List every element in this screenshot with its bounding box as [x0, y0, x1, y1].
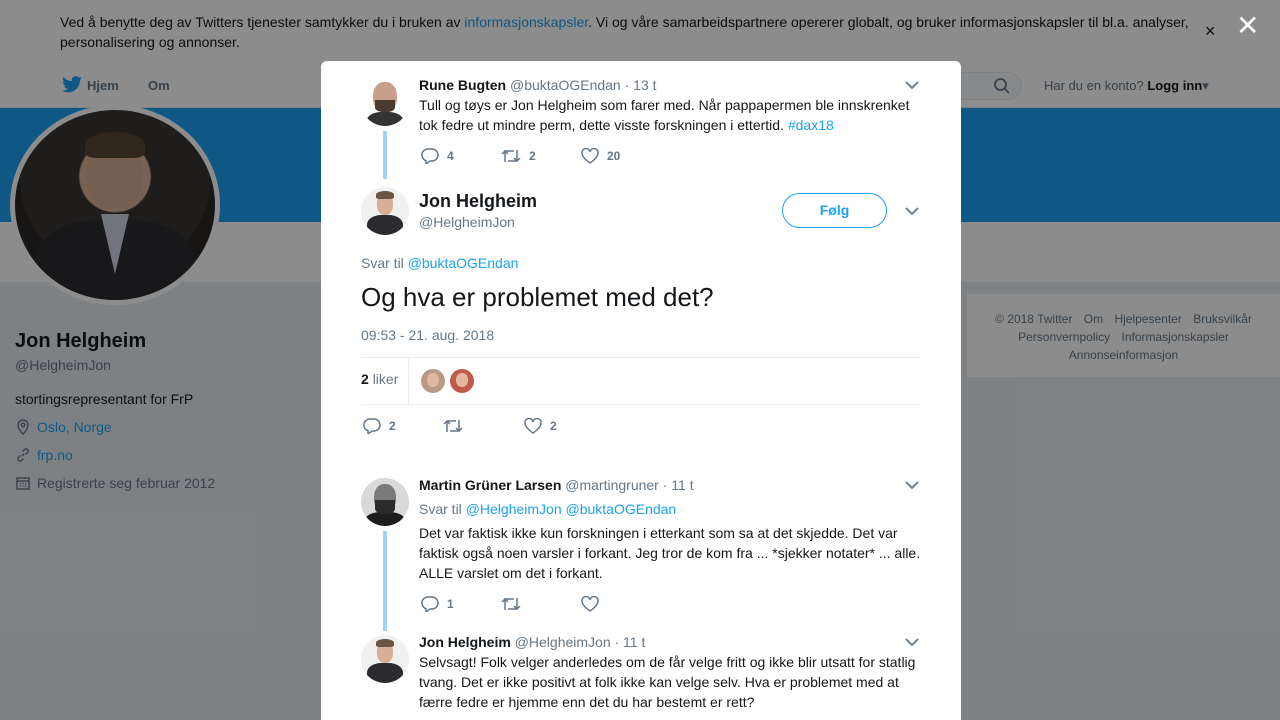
reply-count: 4 [447, 149, 454, 163]
author-handle[interactable]: @buktaOGEndan [510, 77, 621, 93]
like-count: 20 [607, 149, 621, 163]
tweet-actions: 1 [421, 596, 721, 614]
avatar[interactable] [361, 635, 409, 683]
hashtag-link[interactable]: #dax18 [788, 117, 834, 133]
tweet-time[interactable]: · 11 t [663, 477, 694, 493]
heart-icon [581, 596, 599, 612]
author-name[interactable]: Rune Bugten [419, 77, 506, 93]
thread-line [383, 531, 387, 631]
tweet-timestamp[interactable]: 09:53 - 21. aug. 2018 [361, 327, 494, 343]
author-name[interactable]: Jon Helgheim [419, 634, 511, 650]
tweet-actions: 2 2 [363, 418, 663, 436]
retweet-button[interactable] [501, 596, 529, 612]
main-author-handle[interactable]: @HelgheimJon [419, 214, 515, 230]
tweet-header: Rune Bugten @buktaOGEndan · 13 t [419, 77, 657, 93]
tweet-time[interactable]: · 13 t [625, 77, 657, 93]
close-modal-button[interactable]: ✕ [1236, 12, 1259, 40]
reply-icon [363, 418, 381, 434]
tweet-modal: Rune Bugten @buktaOGEndan · 13 t Tull og… [321, 61, 961, 720]
reply-to-label: Svar til [361, 255, 404, 271]
thread-line [383, 131, 387, 179]
main-tweet-text: Og hva er problemet med det? [361, 282, 714, 312]
reply-button[interactable]: 2 [363, 418, 396, 434]
heart-icon [581, 148, 599, 164]
divider [408, 358, 409, 404]
retweet-count: 2 [529, 149, 536, 163]
likes-word: liker [372, 371, 399, 387]
tweet-actions: 4 2 20 [421, 148, 721, 166]
likes-count: 2 [361, 371, 369, 387]
tweet-header: Jon Helgheim @HelgheimJon · 11 t [419, 634, 645, 650]
reply-icon [421, 596, 439, 612]
reply-to-line: Svar til @buktaOGEndan [361, 255, 518, 271]
reply-icon [421, 148, 439, 164]
chevron-down-icon[interactable] [905, 637, 919, 647]
tweet-time[interactable]: · 11 t [615, 634, 646, 650]
liker-avatar[interactable] [450, 369, 474, 393]
reply-to-line: Svar til @HelgheimJon @buktaOGEndan [419, 501, 676, 517]
retweet-button[interactable]: 2 [501, 148, 536, 164]
like-button[interactable]: 2 [524, 418, 557, 434]
chevron-down-icon[interactable] [905, 480, 919, 490]
retweet-icon [501, 149, 521, 163]
tweet-header: Martin Grüner Larsen @martingruner · 11 … [419, 477, 694, 493]
tweet-text: Tull og tøys er Jon Helgheim som farer m… [419, 95, 924, 135]
retweet-icon [443, 419, 463, 433]
likes-summary[interactable]: 2 liker [361, 371, 398, 387]
reply-to-link[interactable]: @buktaOGEndan [408, 255, 519, 271]
main-author-name[interactable]: Jon Helgheim [419, 191, 537, 212]
retweet-icon [501, 597, 521, 611]
reply-button[interactable]: 1 [421, 596, 454, 612]
like-button[interactable]: 20 [581, 148, 620, 164]
reply-to-label: Svar til [419, 501, 462, 517]
divider [361, 404, 921, 405]
avatar[interactable] [361, 187, 409, 235]
avatar[interactable] [361, 478, 409, 526]
liker-avatar[interactable] [421, 369, 445, 393]
reply-count: 1 [447, 597, 454, 611]
author-name[interactable]: Martin Grüner Larsen [419, 477, 561, 493]
avatar[interactable] [361, 78, 409, 126]
chevron-down-icon[interactable] [905, 206, 919, 216]
reply-count: 2 [389, 419, 396, 433]
like-button[interactable] [581, 596, 607, 612]
author-handle[interactable]: @martingruner [565, 477, 659, 493]
tweet-text-body: Tull og tøys er Jon Helgheim som farer m… [419, 97, 910, 133]
retweet-button[interactable] [443, 418, 471, 434]
tweet-text: Det var faktisk ikke kun forskningen i e… [419, 525, 921, 581]
divider [361, 357, 921, 358]
tweet-text: Selvsagt! Folk velger anderledes om de f… [419, 654, 916, 710]
like-count: 2 [550, 419, 557, 433]
reply-button[interactable]: 4 [421, 148, 454, 164]
chevron-down-icon[interactable] [905, 80, 919, 90]
heart-icon [524, 418, 542, 434]
author-handle[interactable]: @HelgheimJon [515, 634, 611, 650]
reply-to-link[interactable]: @HelgheimJon @buktaOGEndan [466, 501, 677, 517]
follow-button[interactable]: Følg [782, 193, 887, 228]
